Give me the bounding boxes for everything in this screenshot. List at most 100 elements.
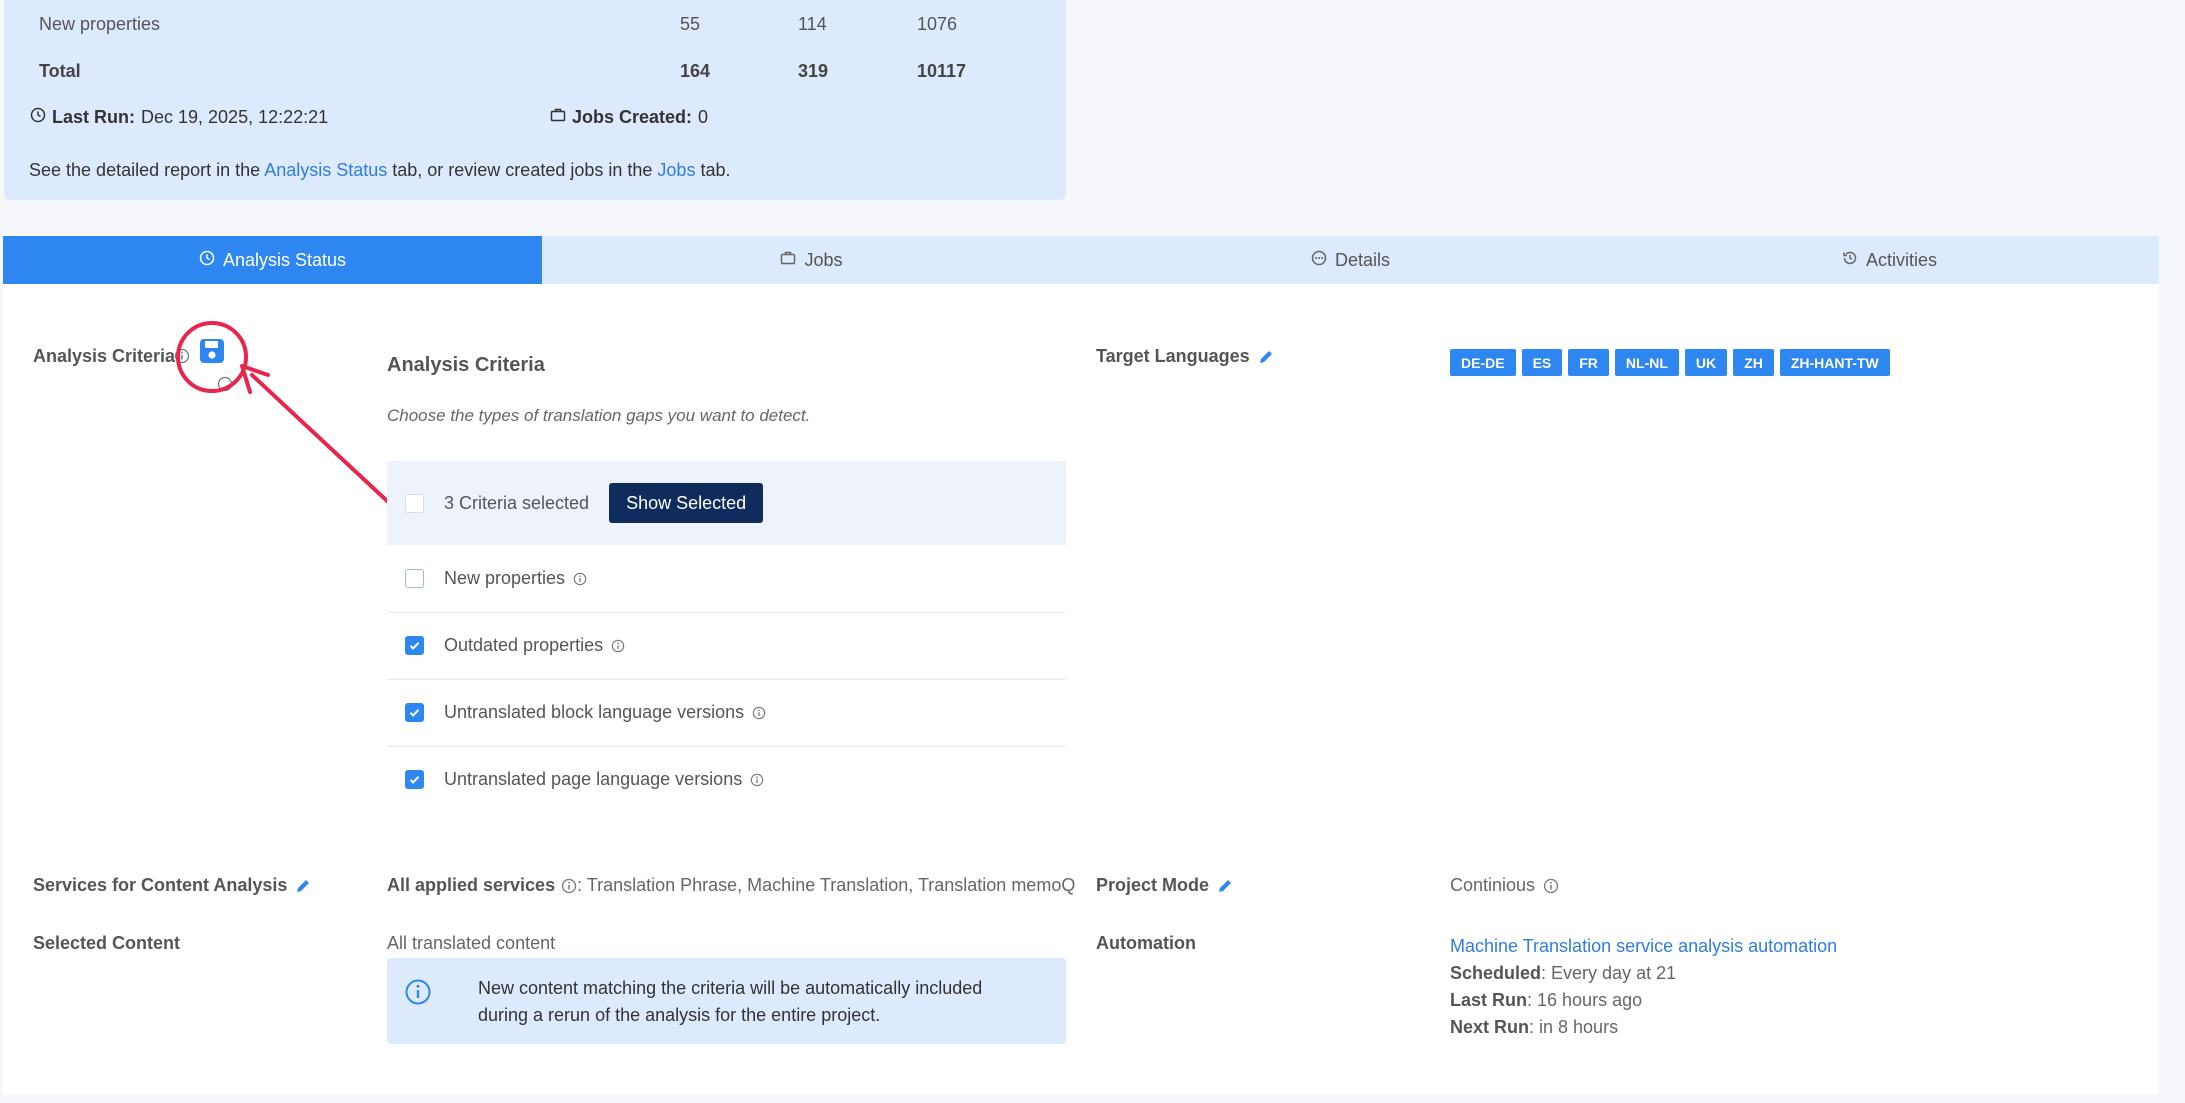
project-mode-value: Continious: [1450, 875, 1536, 895]
tab-analysis-status[interactable]: Analysis Status: [3, 236, 542, 284]
checkmark-icon: [409, 776, 420, 784]
summary-note-text: tab.: [700, 160, 731, 180]
summary-row-value: 114: [798, 14, 827, 34]
edit-pencil-icon[interactable]: [1258, 349, 1274, 365]
criteria-row[interactable]: Outdated properties: [387, 612, 1066, 680]
show-selected-button[interactable]: Show Selected: [609, 483, 764, 523]
clock-icon: [199, 250, 215, 271]
dots-circle-icon: [1311, 250, 1327, 271]
criteria-text: Untranslated page language versions: [444, 769, 743, 789]
tab-bar: Analysis Status Jobs Details Activities: [3, 236, 2159, 284]
summary-total-value: 10117: [917, 61, 967, 81]
analysis-summary-card: New properties 55 114 1076 Total 164 319…: [4, 0, 1066, 200]
criteria-checkbox[interactable]: [405, 703, 424, 722]
last-run-info: Last Run: Dec 19, 2025, 12:22:21: [30, 107, 328, 128]
info-icon: [561, 878, 577, 893]
summary-row-label: New properties: [39, 14, 161, 34]
jobs-link[interactable]: Jobs: [657, 160, 695, 180]
criteria-label: Untranslated block language versions: [444, 702, 766, 723]
summary-total-value: 164: [680, 61, 711, 81]
checkmark-icon: [409, 642, 420, 650]
notice-text: New content matching the criteria will b…: [478, 975, 982, 1029]
project-mode-value-row: Continious: [1450, 875, 1559, 896]
automation-link[interactable]: Machine Translation service analysis aut…: [1450, 933, 1837, 960]
automation-last-run: Last Run: 16 hours ago: [1450, 987, 1837, 1014]
criteria-text: New properties: [444, 568, 566, 588]
info-icon: [1543, 878, 1559, 893]
services-heading: Services for Content Analysis: [33, 875, 311, 896]
applied-services-value: : Translation Phrase, Machine Translatio…: [577, 875, 1076, 895]
clock-icon: [30, 107, 46, 128]
tab-label: Jobs: [804, 249, 843, 270]
criteria-row[interactable]: New properties: [387, 545, 1066, 613]
select-all-checkbox[interactable]: [405, 493, 424, 513]
tab-jobs[interactable]: Jobs: [542, 236, 1081, 284]
criteria-checkbox[interactable]: [405, 636, 424, 655]
summary-row-value: 55: [680, 14, 701, 34]
target-language-chips: DE-DE ES FR NL-NL UK ZH ZH-HANT-TW: [1450, 349, 1896, 376]
automation-next-run-value: : in 8 hours: [1529, 1017, 1619, 1037]
info-icon: [573, 572, 587, 585]
automation-next-run-label: Next Run: [1450, 1017, 1530, 1037]
summary-total-label: Total: [39, 61, 81, 81]
briefcase-icon: [550, 107, 566, 128]
automation-scheduled-value: : Every day at 21: [1541, 963, 1677, 983]
automation-last-run-value: : 16 hours ago: [1527, 990, 1643, 1010]
selected-content-label: Selected Content: [33, 933, 181, 953]
analysis-status-link[interactable]: Analysis Status: [264, 160, 387, 180]
project-mode-heading: Project Mode: [1096, 875, 1233, 896]
project-mode-label: Project Mode: [1096, 875, 1210, 895]
tab-label: Details: [1334, 249, 1391, 270]
history-icon: [1842, 250, 1858, 271]
tab-label: Analysis Status: [222, 249, 347, 270]
criteria-label: Untranslated page language versions: [444, 769, 764, 790]
criteria-selected-count: 3 Criteria selected: [444, 492, 590, 513]
automation-next-run: Next Run: in 8 hours: [1450, 1014, 1837, 1041]
applied-services: All applied services : Translation Phras…: [387, 875, 1075, 896]
last-run-value: Dec 19, 2025, 12:22:21: [141, 107, 329, 127]
criteria-text: Outdated properties: [444, 635, 604, 655]
tab-activities[interactable]: Activities: [1620, 236, 2159, 284]
notice-line: New content matching the criteria will b…: [478, 978, 983, 998]
jobs-created-label: Jobs Created:: [572, 107, 693, 127]
criteria-checkbox[interactable]: [405, 770, 424, 789]
jobs-created-info: Jobs Created: 0: [550, 107, 708, 128]
services-label: Services for Content Analysis: [33, 875, 288, 895]
automation-details: Machine Translation service analysis aut…: [1450, 933, 1837, 1041]
tab-label: Activities: [1865, 249, 1937, 270]
info-icon: [752, 706, 766, 719]
summary-total-value: 319: [798, 61, 829, 81]
criteria-text: Untranslated block language versions: [444, 702, 745, 722]
applied-services-label: All applied services: [387, 875, 556, 895]
selected-content-value: All translated content: [387, 933, 556, 953]
criteria-checkbox[interactable]: [405, 569, 424, 588]
language-chip: NL-NL: [1614, 349, 1679, 376]
last-run-label: Last Run:: [52, 107, 135, 127]
edit-pencil-icon[interactable]: [1217, 878, 1233, 894]
edit-pencil-icon[interactable]: [295, 878, 311, 894]
automation-last-run-label: Last Run: [1450, 990, 1528, 1010]
language-chip: ES: [1521, 349, 1563, 376]
summary-note-text: tab, or review created jobs in the: [392, 160, 653, 180]
criteria-row[interactable]: Untranslated page language versions: [387, 746, 1066, 813]
criteria-label: New properties: [444, 568, 587, 589]
tab-details[interactable]: Details: [1081, 236, 1620, 284]
language-chip: UK: [1684, 349, 1728, 376]
briefcase-icon: [780, 250, 796, 271]
info-icon: [750, 773, 764, 786]
criteria-label: Outdated properties: [444, 635, 625, 656]
criteria-row[interactable]: Untranslated block language versions: [387, 679, 1066, 747]
analysis-criteria-title: Analysis Criteria: [387, 354, 545, 376]
automation-scheduled: Scheduled: Every day at 21: [1450, 960, 1837, 987]
notice-line: during a rerun of the analysis for the e…: [478, 1005, 881, 1025]
language-chip: DE-DE: [1450, 349, 1516, 376]
target-languages-heading: Target Languages: [1096, 346, 1274, 367]
summary-note: See the detailed report in the Analysis …: [29, 160, 731, 181]
info-notice: New content matching the criteria will b…: [387, 958, 1066, 1044]
target-languages-label: Target Languages: [1096, 346, 1250, 366]
jobs-created-value: 0: [698, 107, 709, 127]
language-chip: ZH: [1733, 349, 1774, 376]
analysis-criteria-label: Analysis Criteria: [33, 346, 176, 366]
automation-label: Automation: [1096, 933, 1196, 953]
summary-note-text: See the detailed report in the: [29, 160, 261, 180]
